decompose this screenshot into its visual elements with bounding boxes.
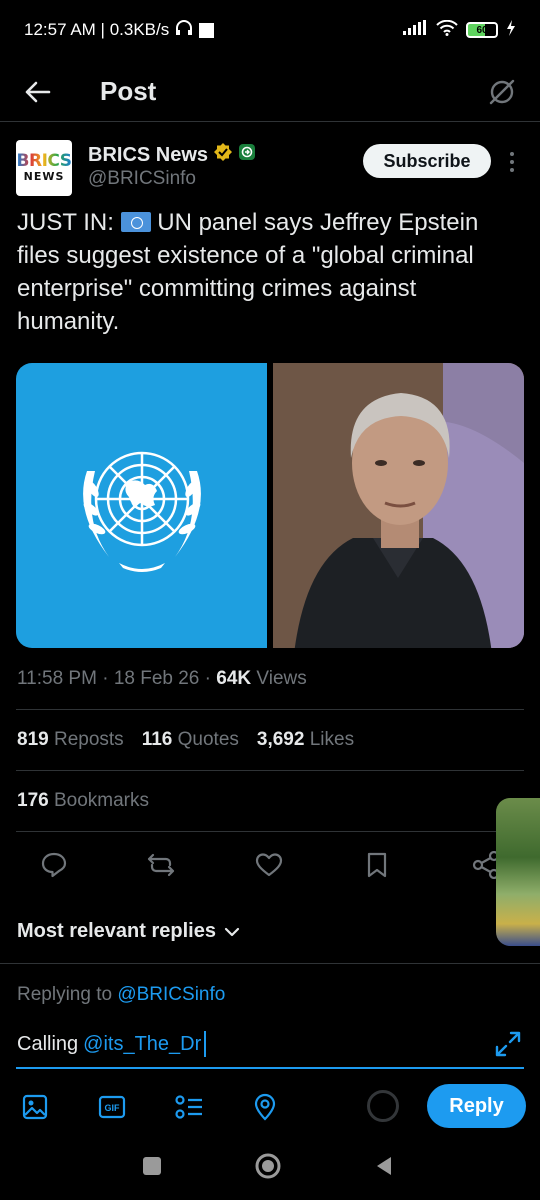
avatar-logo-subtext: NEWS	[23, 170, 65, 183]
likes-stat[interactable]: 3,692 Likes	[257, 729, 354, 751]
more-options-icon[interactable]	[504, 148, 520, 176]
post-stats: 819 Reposts 116 Quotes 3,692 Likes	[17, 729, 354, 751]
status-bar: 12:57 AM | 0.3KB/s 60	[0, 0, 540, 60]
author-handle[interactable]: @BRICSinfo	[88, 168, 196, 190]
like-action-button[interactable]	[252, 848, 286, 882]
location-button[interactable]	[248, 1090, 282, 1124]
reply-submit-button[interactable]: Reply	[427, 1084, 526, 1128]
charging-icon	[506, 19, 516, 41]
views-label: Views	[256, 668, 307, 689]
repost-action-button[interactable]	[144, 848, 178, 882]
heart-icon	[255, 853, 283, 877]
bookmark-action-button[interactable]	[360, 848, 394, 882]
divider	[16, 770, 524, 771]
post-date: 18 Feb 26	[113, 668, 200, 689]
recents-square-icon	[143, 1157, 161, 1175]
recents-button[interactable]	[136, 1150, 168, 1182]
quotes-count: 116	[141, 729, 173, 750]
reposts-stat[interactable]: 819 Reposts	[17, 729, 124, 751]
post-text: JUST IN: UN panel says Jeffrey Epstein f…	[17, 206, 523, 338]
replies-sort-dropdown[interactable]: Most relevant replies	[0, 900, 540, 964]
poll-icon	[175, 1095, 202, 1119]
reply-input[interactable]: Calling @its_The_Dr	[17, 1028, 487, 1060]
reposts-count: 819	[17, 729, 49, 750]
poll-button[interactable]	[172, 1090, 206, 1124]
home-circle-icon	[255, 1153, 281, 1179]
avatar-logo-text: BRICS	[16, 151, 72, 171]
replying-to-label: Replying to	[17, 984, 113, 1005]
person-photo[interactable]	[273, 363, 524, 648]
location-pin-icon	[254, 1093, 276, 1121]
gif-label: GIF	[105, 1103, 121, 1113]
app-header: Post	[0, 62, 540, 122]
chevron-down-icon	[224, 927, 240, 936]
arrow-left-icon	[25, 81, 51, 102]
repost-icon	[147, 853, 175, 877]
composer-toolbar: GIF Reply	[0, 1084, 540, 1130]
post-time: 11:58 PM	[17, 668, 97, 689]
reply-action-button[interactable]	[37, 848, 71, 882]
divider	[16, 709, 524, 710]
reply-input-text: Calling	[17, 1032, 79, 1055]
reply-input-mention: @its_The_Dr	[83, 1032, 202, 1055]
media-button[interactable]	[18, 1090, 52, 1124]
author-name[interactable]: BRICS News	[88, 144, 208, 167]
page-title: Post	[100, 76, 157, 106]
likes-count: 3,692	[256, 729, 305, 750]
quotes-stat[interactable]: 116 Quotes	[142, 729, 239, 751]
back-nav-button[interactable]	[368, 1150, 400, 1182]
bookmarks-count: 176	[17, 790, 49, 811]
bookmark-icon	[367, 852, 387, 878]
replies-sort-label: Most relevant replies	[17, 920, 216, 942]
person-photo-illustration	[273, 363, 524, 648]
un-flag-icon	[120, 212, 151, 232]
replying-to-handle[interactable]: @BRICSinfo	[117, 984, 225, 1005]
likes-label: Likes	[309, 729, 355, 750]
text-caret	[204, 1031, 207, 1057]
status-time: 12:57 AM | 0.3KB/s	[24, 20, 170, 39]
reposts-label: Reposts	[53, 729, 124, 750]
battery-icon: 60	[466, 22, 498, 38]
un-emblem-image[interactable]	[16, 363, 267, 648]
battery-level: 60	[476, 24, 488, 36]
replying-to: Replying to @BRICSinfo	[17, 984, 225, 1006]
bookmarks-stat[interactable]: 176 Bookmarks	[17, 790, 149, 812]
post-author: BRICS NEWS BRICS News @BRICSinfo Subscri…	[16, 138, 526, 198]
input-underline	[16, 1067, 524, 1069]
character-count-ring	[367, 1090, 399, 1122]
post-actions	[0, 844, 540, 886]
system-nav-bar	[0, 1138, 540, 1194]
un-emblem-icon	[82, 451, 201, 572]
quotes-label: Quotes	[177, 729, 239, 750]
image-icon	[22, 1094, 48, 1120]
post-text-prefix: JUST IN:	[17, 209, 114, 236]
headphones-icon	[175, 19, 193, 41]
back-triangle-icon	[377, 1157, 391, 1175]
expand-icon	[495, 1031, 521, 1057]
affiliate-badge-icon	[238, 143, 256, 167]
divider	[16, 831, 524, 832]
subscribe-button[interactable]: Subscribe	[363, 144, 491, 178]
wifi-icon	[436, 19, 458, 41]
bookmarks-label: Bookmarks	[53, 790, 150, 811]
gif-button[interactable]: GIF	[95, 1090, 129, 1124]
expand-composer-button[interactable]	[492, 1028, 524, 1060]
views-count: 64K	[216, 668, 252, 689]
author-name-row[interactable]: BRICS News	[88, 142, 256, 168]
signal-icon	[402, 19, 428, 41]
grok-icon	[489, 79, 515, 104]
post-media[interactable]	[16, 363, 524, 648]
post-meta: 11:58 PM · 18 Feb 26 · 64K Views	[17, 668, 307, 689]
comment-icon	[41, 852, 67, 878]
notification-icon	[199, 22, 215, 38]
gif-icon: GIF	[98, 1095, 126, 1119]
avatar[interactable]: BRICS NEWS	[16, 140, 72, 196]
verified-badge-icon	[213, 142, 233, 168]
back-button[interactable]	[18, 72, 58, 112]
grok-button[interactable]	[482, 72, 522, 112]
home-button[interactable]	[252, 1150, 284, 1182]
